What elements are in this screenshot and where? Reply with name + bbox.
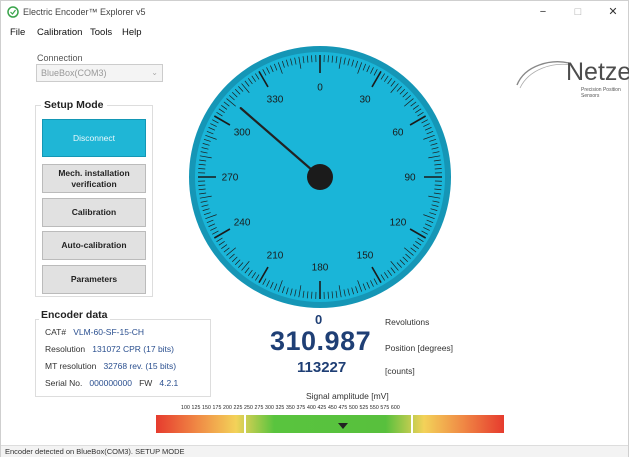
cat-row: CAT# VLM-60-SF-15-CH (45, 327, 144, 337)
title-bar: Electric Encoder™ Explorer v5 − □ ✕ (1, 1, 628, 23)
gauge-label: 300 (234, 128, 251, 139)
position-value: 310.987 (270, 326, 372, 356)
gauge-label: 60 (392, 128, 404, 139)
serial-label: Serial No. (45, 378, 83, 388)
fw-value: 4.2.1 (159, 378, 179, 388)
cat-value: VLM-60-SF-15-CH (73, 327, 145, 337)
position-gauge: 0 30 60 90 120 150 180 210 240 270 300 330 (189, 46, 451, 308)
chevron-down-icon: ⌄ (151, 68, 158, 77)
setup-mode-title: Setup Mode (41, 99, 107, 111)
gauge-label: 330 (267, 95, 284, 106)
connection-select[interactable]: BlueBox(COM3) ⌄ (36, 64, 163, 82)
resolution-value: 131072 CPR (17 bits) (92, 344, 175, 354)
counts-value: 113227 (297, 359, 347, 376)
bar-threshold-high (411, 415, 413, 433)
signal-tick-labels: 100 125 150 175 200 225 250 275 300 325 … (181, 405, 400, 411)
gauge-label: 270 (222, 173, 239, 184)
resolution-row: Resolution 131072 CPR (17 bits) (45, 344, 174, 354)
window-title: Electric Encoder™ Explorer v5 (23, 7, 146, 17)
menu-calibration[interactable]: Calibration (37, 27, 82, 38)
gauge-label: 240 (234, 218, 251, 229)
app-icon (7, 6, 19, 18)
gauge-label: 0 (317, 83, 323, 94)
connection-value: BlueBox(COM3) (41, 68, 107, 78)
revolutions-label: Revolutions (385, 317, 430, 327)
status-text: Encoder detected on BlueBox(COM3). SETUP… (5, 447, 185, 456)
cat-label: CAT# (45, 327, 67, 337)
calibration-button[interactable]: Calibration (42, 198, 146, 227)
app-window: Electric Encoder™ Explorer v5 − □ ✕ File… (0, 0, 629, 457)
menu-file[interactable]: File (10, 27, 25, 38)
gauge-label: 210 (267, 250, 284, 261)
position-label: Position [degrees] (385, 343, 454, 353)
minimize-button[interactable]: − (529, 4, 557, 20)
signal-amplitude-bar (156, 415, 504, 433)
serial-row: Serial No. 000000000 FW 4.2.1 (45, 378, 178, 388)
auto-calibration-button[interactable]: Auto-calibration (42, 231, 146, 260)
logo-tagline: Precision Position Sensors (581, 87, 621, 99)
logo-text: Netzer (566, 58, 629, 86)
maximize-button[interactable]: □ (564, 4, 592, 20)
gauge-label: 30 (359, 95, 371, 106)
encoder-data-title: Encoder data (39, 309, 110, 321)
gauge-label: 150 (357, 250, 374, 261)
mt-resolution-label: MT resolution (45, 361, 97, 371)
menu-tools[interactable]: Tools (90, 27, 112, 38)
signal-marker (338, 423, 348, 429)
gauge-hub (307, 164, 333, 190)
serial-value: 000000000 (89, 378, 132, 388)
mech-installation-verification-button[interactable]: Mech. installation verification (42, 164, 146, 193)
close-button[interactable]: ✕ (599, 4, 627, 20)
disconnect-button[interactable]: Disconnect (42, 119, 146, 157)
menu-bar: File Calibration Tools Help (1, 25, 628, 41)
revolutions-value: 0 (315, 312, 323, 327)
parameters-button[interactable]: Parameters (42, 265, 146, 294)
counts-label: [counts] (385, 366, 415, 376)
gauge-label: 180 (312, 263, 329, 274)
gauge-label: 90 (404, 173, 416, 184)
mt-resolution-row: MT resolution 32768 rev. (15 bits) (45, 361, 176, 371)
signal-amplitude-label: Signal amplitude [mV] (306, 391, 389, 401)
mt-resolution-value: 32768 rev. (15 bits) (103, 361, 177, 371)
connection-label: Connection (37, 53, 83, 63)
gauge-label: 120 (390, 218, 407, 229)
bar-threshold-low (244, 415, 246, 433)
status-bar: Encoder detected on BlueBox(COM3). SETUP… (1, 445, 628, 457)
menu-help[interactable]: Help (122, 27, 142, 38)
fw-label: FW (139, 378, 153, 388)
resolution-label: Resolution (45, 344, 86, 354)
